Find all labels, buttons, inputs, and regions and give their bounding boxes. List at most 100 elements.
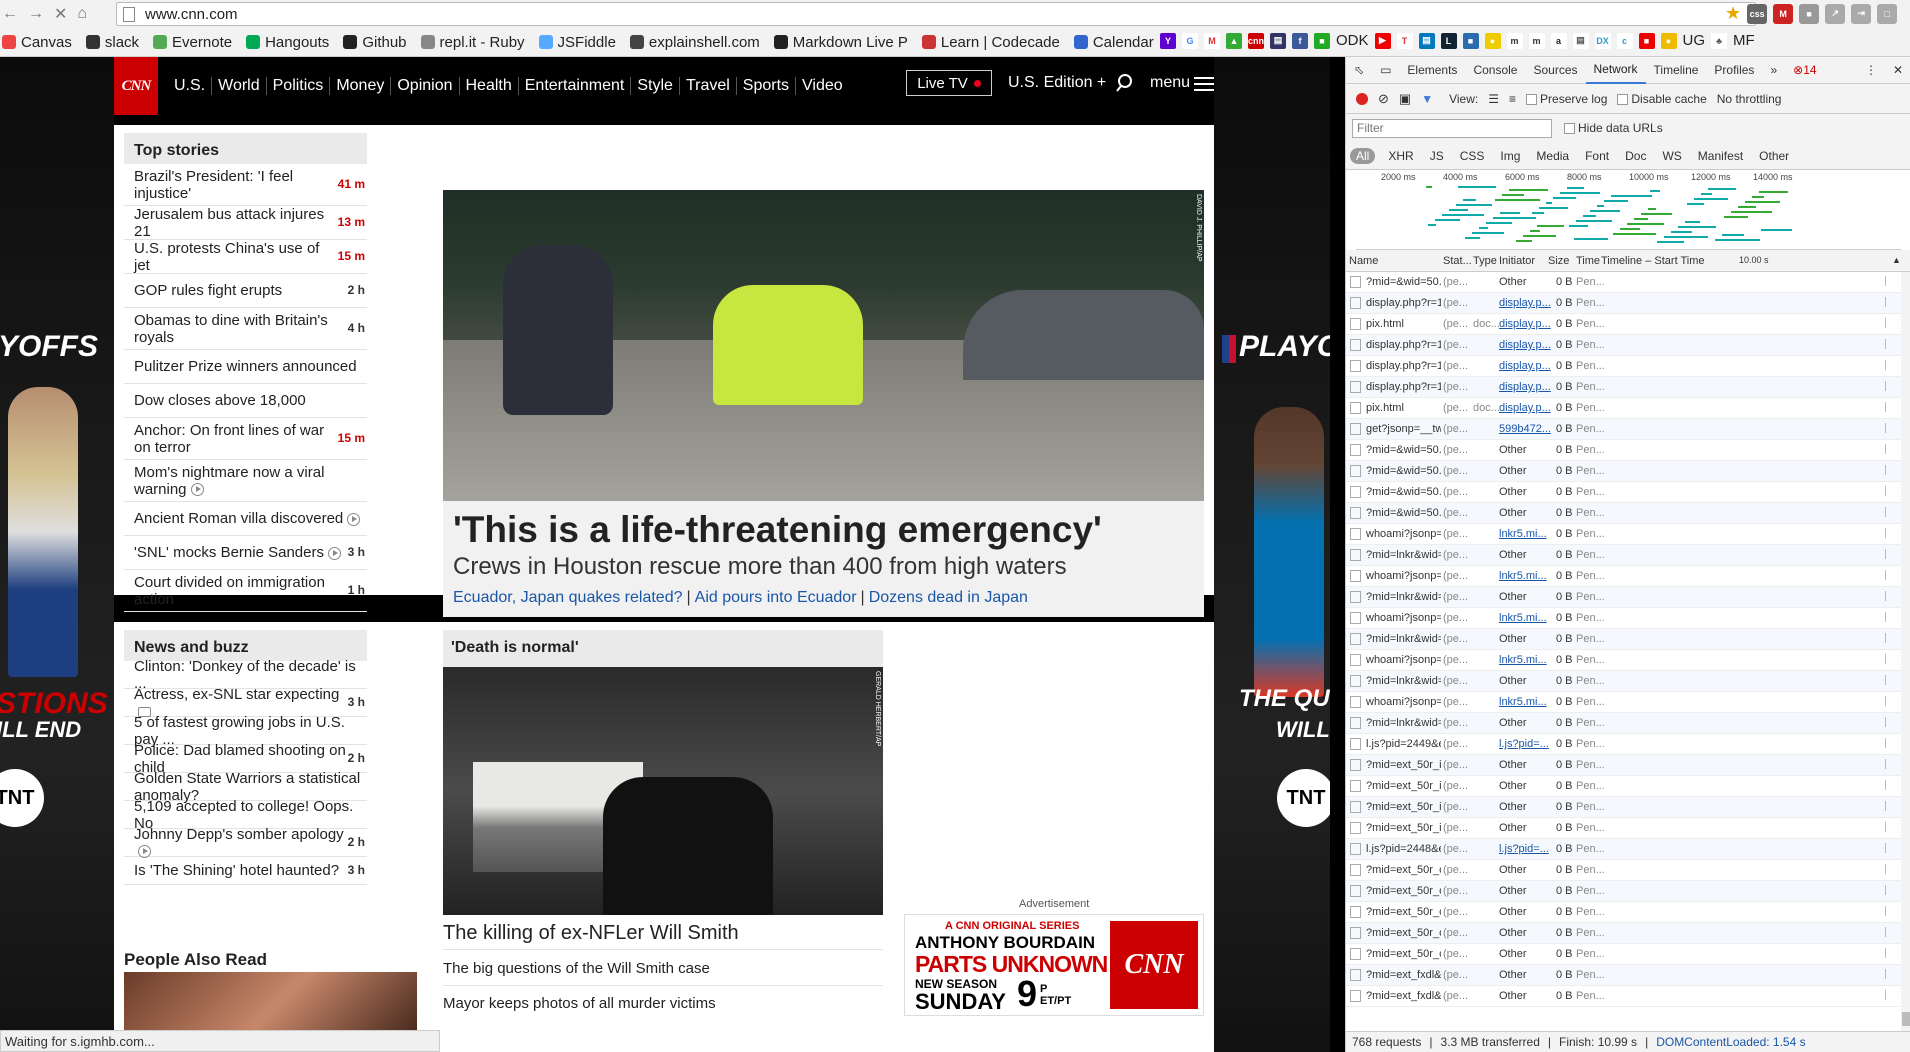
network-request-row[interactable]: l.js?pid=2448&e...(pe... l.js?pid=... 0 BP… (1346, 839, 1910, 860)
yellow-bookmark-icon[interactable]: ● (1484, 32, 1501, 49)
bookmark-item[interactable]: Evernote (153, 34, 232, 51)
nav-link[interactable]: Money (330, 77, 392, 95)
hero-link-3[interactable]: Dozens dead in Japan (869, 589, 1028, 606)
hide-data-urls-checkbox[interactable]: Hide data URLs (1564, 121, 1663, 135)
devtools-menu-icon[interactable]: ⋮ (1857, 57, 1885, 84)
inspect-icon[interactable]: ⬁ (1346, 57, 1372, 84)
m-bookmark-icon[interactable]: m (1506, 32, 1523, 49)
column-header[interactable]: 10.00 s (1739, 255, 1769, 265)
cnn-bookmark-icon[interactable]: cnn (1248, 32, 1264, 49)
network-request-row[interactable]: ?mid=ext_50r_in...(pe... Other 0 BPen... │ (1346, 818, 1910, 839)
network-request-row[interactable]: display.php?r=1...(pe... display.p... 0 BP… (1346, 356, 1910, 377)
network-request-row[interactable]: ?mid=&wid=50... (pe... Other 0 B Pen... │ (1346, 272, 1910, 293)
bookmark-item[interactable]: Github (343, 34, 407, 51)
nav-link[interactable]: Style (631, 77, 680, 95)
network-request-row[interactable]: whoami?jsonp=...(pe... lnkr5.mi... 0 BPen.… (1346, 692, 1910, 713)
back-icon[interactable]: ← (2, 5, 18, 23)
error-counter[interactable]: ⊗ 14 (1785, 57, 1824, 84)
network-request-row[interactable]: whoami?jsonp=...(pe... lnkr5.mi... 0 BPen.… (1346, 524, 1910, 545)
type-filter[interactable]: Manifest (1695, 148, 1746, 164)
top-story-item[interactable]: Ancient Roman villa discovered (124, 502, 367, 536)
network-request-row[interactable]: pix.html (pe... doc... display.p... 0 B Pen..… (1346, 398, 1910, 419)
top-story-item[interactable]: GOP rules fight erupts 2 h (124, 274, 367, 308)
network-request-row[interactable]: ?mid=&wid=50... (pe... Other 0 B Pen... │ (1346, 461, 1910, 482)
network-request-row[interactable]: display.php?r=1...(pe... display.p... 0 BP… (1346, 293, 1910, 314)
odk-bookmark-icon[interactable]: ■ (1314, 32, 1330, 49)
parts-unknown-ad[interactable]: A CNN ORIGINAL SERIES ANTHONY BOURDAIN P… (904, 914, 1204, 1016)
network-request-row[interactable]: whoami?jsonp=...(pe... lnkr5.mi... 0 BPen.… (1346, 566, 1910, 587)
throttling-select[interactable]: No throttling (1717, 92, 1782, 106)
share-extension-icon[interactable]: ↗ (1825, 3, 1846, 24)
network-request-row[interactable]: ?mid=lnkr&wid=...(pe... Other 0 BPen... │ (1346, 713, 1910, 734)
network-request-row[interactable]: ?mid=&wid=50... (pe... Other 0 B Pen... │ (1346, 503, 1910, 524)
funeral-image[interactable]: GERALD HERBERT/AP (443, 667, 883, 915)
column-header[interactable]: Initiator (1499, 255, 1535, 267)
hero-image[interactable]: DAVID J. PHILLIP/AP (443, 190, 1204, 501)
ug-bookmark-icon[interactable]: ● (1660, 32, 1677, 49)
network-request-row[interactable]: whoami?jsonp=...(pe... lnkr5.mi... 0 BPen.… (1346, 608, 1910, 629)
edition-selector[interactable]: U.S. Edition + (1008, 74, 1106, 92)
google-bookmark-icon[interactable]: G (1182, 32, 1198, 49)
filter-icon[interactable]: ▼ (1421, 92, 1433, 106)
stop-icon[interactable]: ✕ (54, 4, 67, 24)
hero-link-1[interactable]: Ecuador, Japan quakes related? (453, 589, 683, 606)
top-story-item[interactable]: Mom's nightmare now a viral warning (124, 460, 367, 502)
network-request-row[interactable]: ?mid=ext_fxdl&...(pe... Other 0 BPen... │ (1346, 965, 1910, 986)
devtools-scrollbar[interactable] (1901, 272, 1910, 1031)
clear-icon[interactable]: ⊘ (1378, 91, 1389, 107)
network-request-row[interactable]: ?mid=&wid=50... (pe... Other 0 B Pen... │ (1346, 482, 1910, 503)
type-filter[interactable]: Doc (1622, 148, 1649, 164)
hero-link-2[interactable]: Aid pours into Ecuador (695, 589, 857, 606)
type-filter[interactable]: XHR (1385, 148, 1416, 164)
gmail-bookmark-icon[interactable]: M (1204, 32, 1220, 49)
dx-bookmark-icon[interactable]: DX (1594, 32, 1611, 49)
address-bar[interactable]: www.cnn.com (116, 2, 1756, 26)
network-request-row[interactable]: ?mid=lnkr&wid=...(pe... Other 0 BPen... │ (1346, 671, 1910, 692)
l-bookmark-icon[interactable]: L (1440, 32, 1457, 49)
bookmark-item[interactable]: explainshell.com (629, 34, 760, 51)
type-filter[interactable]: CSS (1457, 148, 1488, 164)
nav-link[interactable]: Entertainment (519, 77, 632, 95)
nav-link[interactable]: World (212, 77, 267, 95)
column-header[interactable]: Size (1548, 255, 1569, 267)
mm-bookmark-icon[interactable]: m (1528, 32, 1545, 49)
devtools-tab[interactable]: Sources (1525, 57, 1585, 84)
disable-cache-checkbox[interactable]: Disable cache (1617, 92, 1707, 106)
devtools-tab[interactable]: Timeline (1646, 57, 1707, 84)
type-filter[interactable]: JS (1427, 148, 1447, 164)
type-filter[interactable]: Other (1756, 148, 1792, 164)
css-extension-icon[interactable]: css (1747, 3, 1768, 24)
youtube-bookmark-icon[interactable]: ▶ (1374, 32, 1391, 49)
network-request-row[interactable]: ?mid=ext_50r_in...(pe... Other 0 BPen... │ (1346, 776, 1910, 797)
buzz-item[interactable]: Is 'The Shining' hotel haunted? 3 h (124, 857, 367, 885)
nav-link[interactable]: Sports (737, 77, 797, 95)
device-icon[interactable]: ▭ (1372, 57, 1399, 84)
mail-extension-icon[interactable]: M (1773, 3, 1794, 24)
list-view-icon[interactable]: ☰ (1488, 92, 1499, 106)
network-request-row[interactable]: ?mid=lnkr&wid=...(pe... Other 0 BPen... │ (1346, 629, 1910, 650)
bookmark-item[interactable]: Calendar (1073, 34, 1154, 51)
type-filter[interactable]: Font (1582, 148, 1612, 164)
forward-icon[interactable]: → (28, 5, 44, 23)
filter-input[interactable] (1352, 118, 1552, 138)
devtools-tab[interactable]: Console (1465, 57, 1525, 84)
mf-bookmark-icon[interactable]: ♣ (1711, 32, 1728, 49)
network-overview[interactable]: 2000 ms 4000 ms 6000 ms 8000 ms 10000 ms 1200… (1356, 170, 1901, 250)
top-story-item[interactable]: Dow closes above 18,000 (124, 384, 367, 418)
top-story-item[interactable]: U.S. protests China's use of jet 15 m (124, 240, 367, 274)
preserve-log-checkbox[interactable]: Preserve log (1526, 92, 1607, 106)
type-filter[interactable]: Media (1533, 148, 1572, 164)
bookmark-item[interactable]: repl.it - Ruby (420, 34, 525, 51)
camera-icon[interactable]: ▣ (1399, 91, 1411, 107)
nav-link[interactable]: Politics (267, 77, 331, 95)
top-story-item[interactable]: 'SNL' mocks Bernie Sanders 3 h (124, 536, 367, 570)
hamburger-icon[interactable] (1194, 77, 1214, 91)
red-bookmark-icon[interactable]: ■ (1638, 32, 1655, 49)
top-story-item[interactable]: Court divided on immigration action 1 h (124, 570, 367, 612)
devtools-close-icon[interactable]: ✕ (1885, 57, 1910, 84)
waterfall-view-icon[interactable]: ≡ (1509, 92, 1516, 106)
home-icon[interactable]: ⌂ (77, 5, 87, 23)
bookmark-item[interactable]: Markdown Live P (773, 34, 908, 51)
network-request-row[interactable]: pix.html (pe... doc... display.p... 0 B Pen..… (1346, 314, 1910, 335)
top-story-item[interactable]: Pulitzer Prize winners announced (124, 350, 367, 384)
